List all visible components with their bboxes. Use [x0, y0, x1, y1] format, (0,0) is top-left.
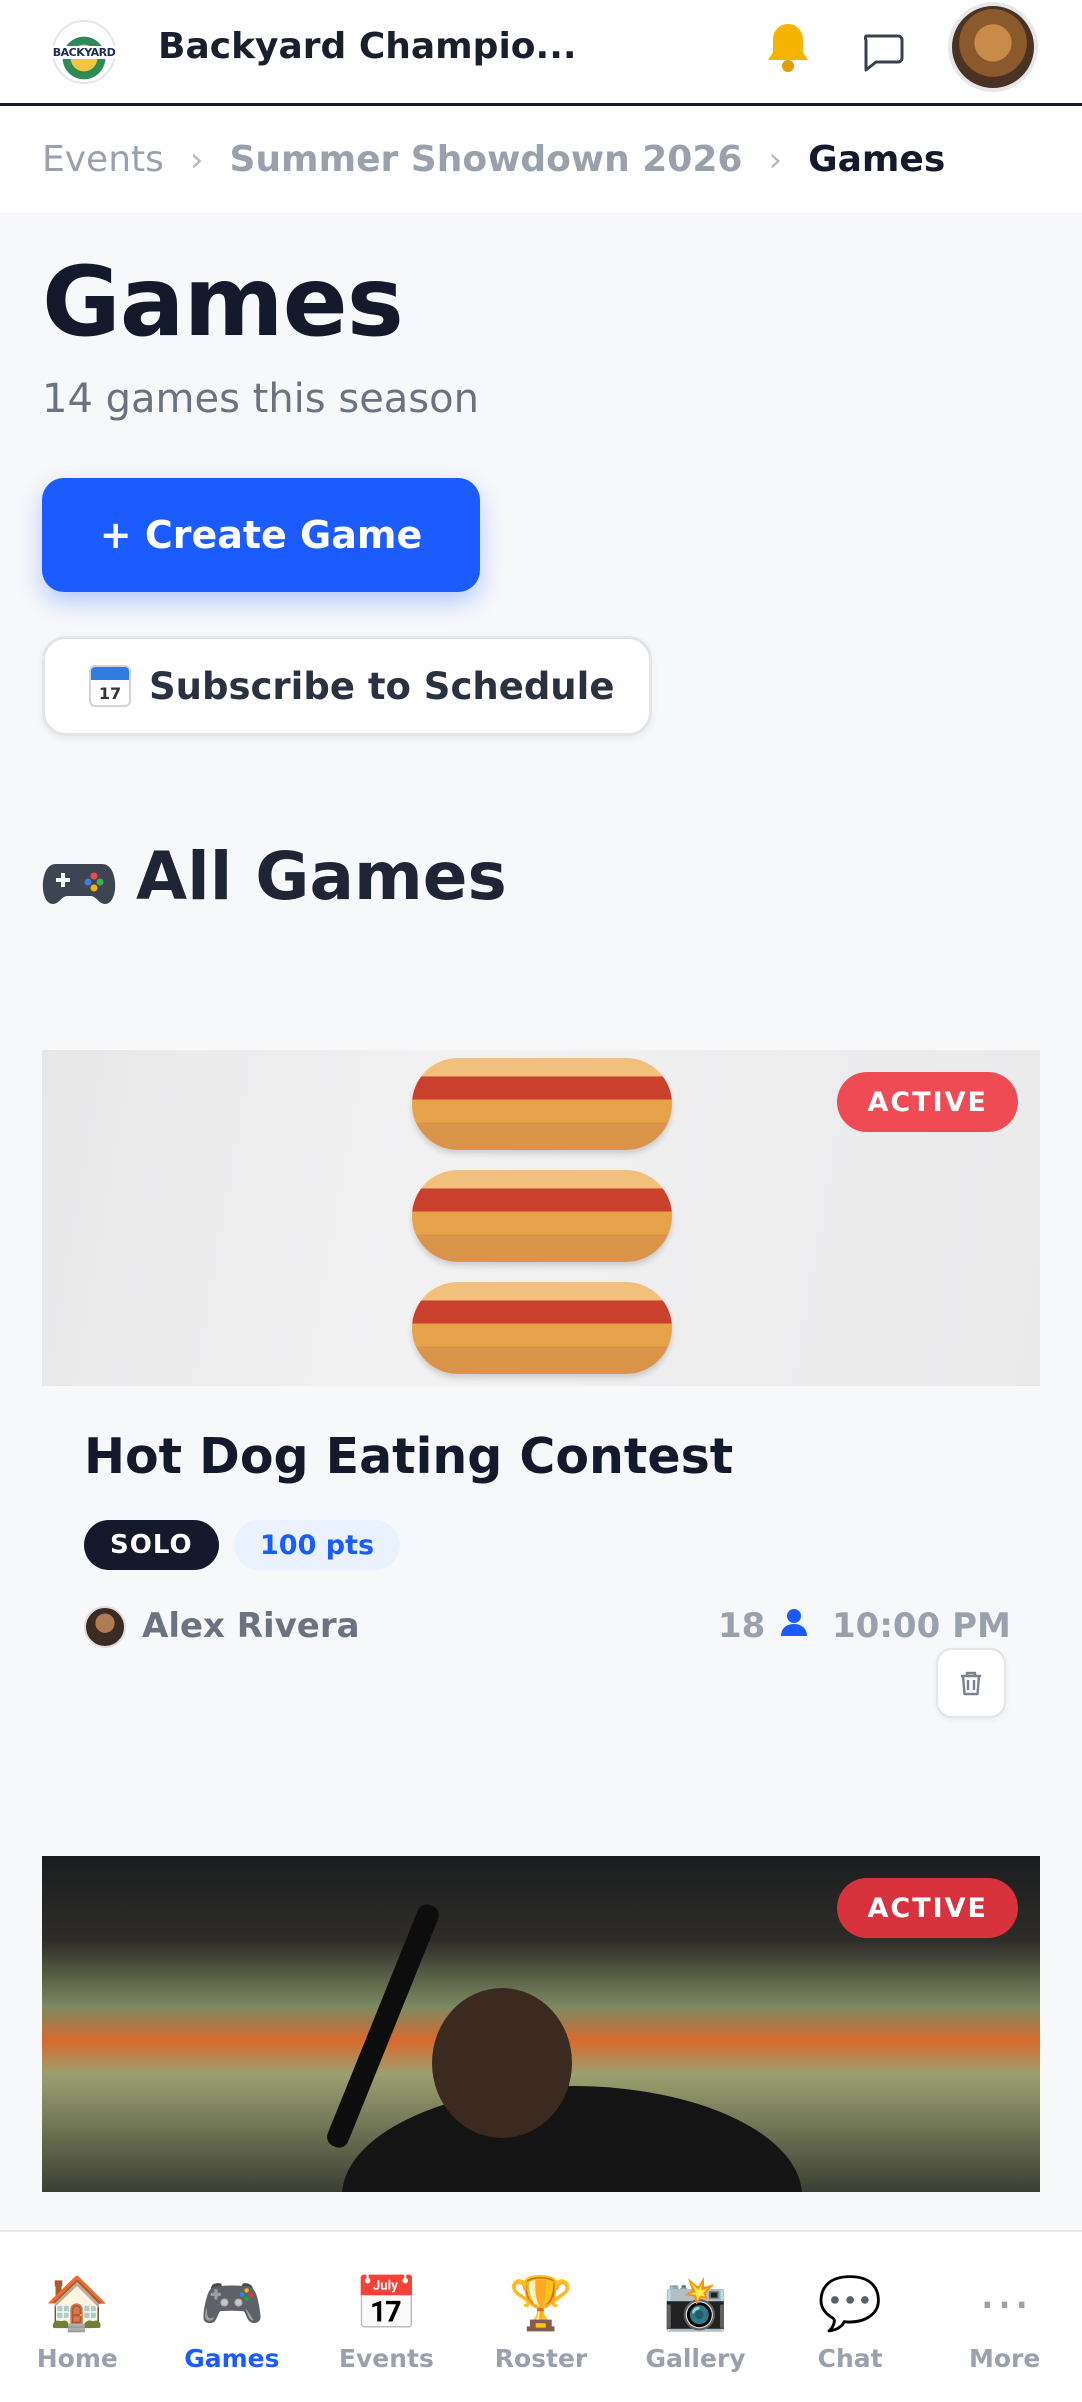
status-badge: ACTIVE — [837, 1072, 1018, 1132]
delete-button[interactable] — [936, 1648, 1006, 1718]
points-tag: 100 pts — [234, 1520, 401, 1570]
calendar-icon: 📅 — [354, 2274, 419, 2334]
nav-gallery[interactable]: 📸 Gallery — [626, 2272, 766, 2373]
gamepad-icon: 🎮 — [199, 2274, 265, 2334]
create-game-button[interactable]: + Create Game — [42, 478, 480, 592]
game-card[interactable]: ACTIVE Hot Dog Eating Contest SOLO 100 p… — [42, 1050, 1040, 1740]
chat-bubble-icon[interactable] — [858, 28, 906, 76]
breadcrumb-separator: › — [189, 139, 204, 180]
game-type-tag: SOLO — [84, 1520, 219, 1570]
nav-chat[interactable]: 💬 Chat — [780, 2272, 920, 2373]
person-icon — [779, 1606, 809, 1646]
nav-events[interactable]: 📅 Events — [316, 2272, 456, 2373]
breadcrumb-current: Games — [808, 139, 946, 180]
game-card[interactable]: ACTIVE — [42, 1856, 1040, 2196]
game-time: 10:00 PM — [832, 1606, 1011, 1646]
section-heading: All Games — [42, 838, 507, 915]
more-dots-icon: ⋯ — [978, 2274, 1031, 2334]
participant-count: 18 — [718, 1606, 809, 1646]
subscribe-label: Subscribe to Schedule — [149, 664, 615, 708]
nav-roster[interactable]: 🏆 Roster — [471, 2272, 611, 2373]
subscribe-schedule-button[interactable]: 17 Subscribe to Schedule — [42, 636, 652, 736]
app-logo[interactable]: BACKYARD — [50, 20, 118, 84]
camera-icon: 📸 — [663, 2274, 728, 2334]
game-image: ACTIVE — [42, 1050, 1040, 1386]
section-title: All Games — [136, 838, 507, 915]
breadcrumb: Events › Summer Showdown 2026 › Games — [0, 106, 1082, 214]
house-icon: 🏠 — [44, 2274, 110, 2334]
gamepad-icon — [42, 849, 116, 905]
app-title: Backyard Champio... — [158, 26, 577, 67]
trash-icon — [961, 1671, 981, 1696]
nav-games[interactable]: 🎮 Games — [162, 2272, 302, 2373]
page-subtitle: 14 games this season — [42, 376, 479, 422]
status-badge: ACTIVE — [837, 1878, 1018, 1938]
bell-icon[interactable] — [758, 18, 818, 78]
trophy-icon: 🏆 — [508, 2274, 574, 2334]
page-title: Games — [42, 246, 404, 358]
nav-home[interactable]: 🏠 Home — [7, 2272, 147, 2373]
calendar-icon: 17 — [89, 665, 131, 707]
host-name: Alex Rivera — [142, 1606, 360, 1646]
breadcrumb-event-name[interactable]: Summer Showdown 2026 — [230, 139, 743, 180]
breadcrumb-events[interactable]: Events — [42, 139, 164, 180]
profile-avatar[interactable] — [948, 2, 1038, 92]
speech-bubble-icon: 💬 — [817, 2274, 883, 2334]
host-avatar — [84, 1606, 126, 1648]
breadcrumb-separator: › — [768, 139, 783, 180]
nav-more[interactable]: ⋯ More — [935, 2272, 1075, 2373]
top-app-bar: BACKYARD Backyard Champio... — [0, 0, 1082, 106]
game-title[interactable]: Hot Dog Eating Contest — [84, 1428, 733, 1485]
bottom-navigation: 🏠 Home 🎮 Games 📅 Events 🏆 Roster 📸 Galle… — [0, 2230, 1082, 2402]
game-image: ACTIVE — [42, 1856, 1040, 2192]
